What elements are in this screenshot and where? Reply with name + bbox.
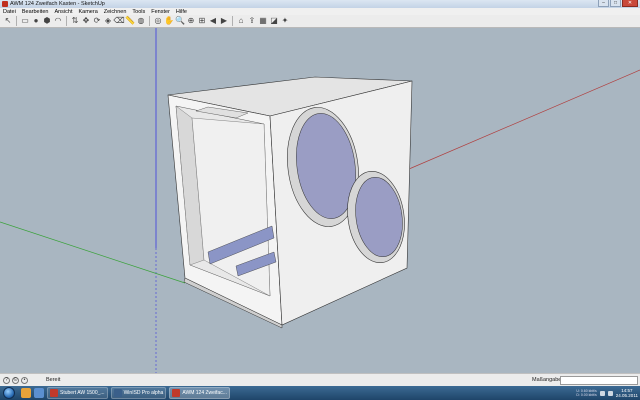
drawing-viewport[interactable] [0,28,640,373]
eraser-tool-icon[interactable]: ⌫ [113,16,124,26]
credits-icon[interactable]: © [12,377,19,384]
network-icon[interactable] [607,390,613,396]
status-icons: ? © • [3,377,28,384]
speaker-icon[interactable] [599,390,605,396]
paint-bucket-tool-icon[interactable]: ◍ [136,16,146,26]
select-tool-icon[interactable]: ↖ [3,16,13,26]
menu-fenster[interactable]: Fenster [148,9,173,15]
window-controls: – □ ✕ [598,0,638,8]
tape-measure-tool-icon[interactable]: 📏 [125,16,135,26]
polygon-tool-icon[interactable]: ⬢ [42,16,52,26]
start-button[interactable] [3,387,15,399]
taskbar-item-stubert[interactable]: Stubert AW 1500_... [47,387,108,399]
maximize-button[interactable]: □ [610,0,621,7]
red-axis [401,69,640,173]
measurements-input[interactable] [560,376,638,385]
circle-tool-icon[interactable]: ● [31,16,41,26]
orbit-tool-icon[interactable]: ◎ [153,16,163,26]
main-toolbar: ↖ ▭ ● ⬢ ◠ ⇅ ✥ ⟳ ◈ ⌫ 📏 ◍ ◎ ✋ 🔍 ⊕ ⊞ ◀ ▶ ⌂ ⇪ ▦ ◪ ✦ [0,15,640,28]
model-canvas [0,28,640,373]
next-view-icon[interactable]: ▶ [219,16,229,26]
toolbar-separator [232,16,233,26]
toolbar-separator [66,16,67,26]
clock[interactable]: 14:57 24.05.2011 [616,388,638,398]
pinned-apps [21,388,44,398]
task-app-icon [50,389,58,397]
minimize-button[interactable]: – [598,0,609,7]
net-down: D: 0.00 kbit/s [576,393,597,397]
share-model-icon[interactable]: ⇪ [247,16,257,26]
menu-zeichnen[interactable]: Zeichnen [101,9,130,15]
arc-tool-icon[interactable]: ◠ [53,16,63,26]
task-app-icon [113,389,122,397]
task-app-icon [172,389,181,397]
zoom-tool-icon[interactable]: 🔍 [175,16,185,26]
move-tool-icon[interactable]: ✥ [81,16,91,26]
title-bar: AWM 124 Zweifach Kasten - SketchUp – □ ✕ [0,0,640,8]
toolbar-separator [149,16,150,26]
menu-bearbeiten[interactable]: Bearbeiten [19,9,52,15]
extensions-icon[interactable]: ✦ [280,16,290,26]
clock-date: 24.05.2011 [615,393,638,398]
explorer-icon[interactable] [21,388,31,398]
user-icon[interactable]: • [21,377,28,384]
sketchup-app-icon [2,1,8,7]
taskbar-item-winisd[interactable]: WinISD Pro alpha [110,387,167,399]
styles-icon[interactable]: ◪ [269,16,279,26]
rotate-tool-icon[interactable]: ⟳ [92,16,102,26]
zoom-extents-tool-icon[interactable]: ⊞ [197,16,207,26]
rectangle-tool-icon[interactable]: ▭ [20,16,30,26]
pushpull-tool-icon[interactable]: ⇅ [70,16,80,26]
taskbar-item-sketchup[interactable]: AWM 124 Zweifac... [169,387,230,399]
media-player-icon[interactable] [34,388,44,398]
menu-bar: Datei Bearbeiten Ansicht Kamera Zeichnen… [0,8,640,15]
geo-location-icon[interactable]: ? [3,377,10,384]
previous-view-icon[interactable]: ◀ [208,16,218,26]
close-button[interactable]: ✕ [622,0,638,7]
status-text: Bereit [46,377,61,383]
green-axis [0,221,186,284]
components-icon[interactable]: ▦ [258,16,268,26]
menu-hilfe[interactable]: Hilfe [173,9,190,15]
menu-ansicht[interactable]: Ansicht [51,9,75,15]
windows-taskbar: Stubert AW 1500_... WinISD Pro alpha AWM… [0,386,640,400]
window-title: AWM 124 Zweifach Kasten - SketchUp [10,1,105,7]
menu-datei[interactable]: Datei [0,9,19,15]
network-meter: U: 0.60 kbit/s D: 0.00 kbit/s [576,389,596,397]
offset-tool-icon[interactable]: ◈ [103,16,113,26]
status-bar: ? © • Bereit Maßangaben [0,373,640,386]
get-models-icon[interactable]: ⌂ [236,16,246,26]
pan-tool-icon[interactable]: ✋ [164,16,174,26]
toolbar-separator [16,16,17,26]
zoom-window-tool-icon[interactable]: ⊕ [186,16,196,26]
system-tray: U: 0.60 kbit/s D: 0.00 kbit/s 14:57 24.0… [576,386,638,400]
menu-kamera[interactable]: Kamera [76,9,101,15]
menu-tools[interactable]: Tools [129,9,148,15]
